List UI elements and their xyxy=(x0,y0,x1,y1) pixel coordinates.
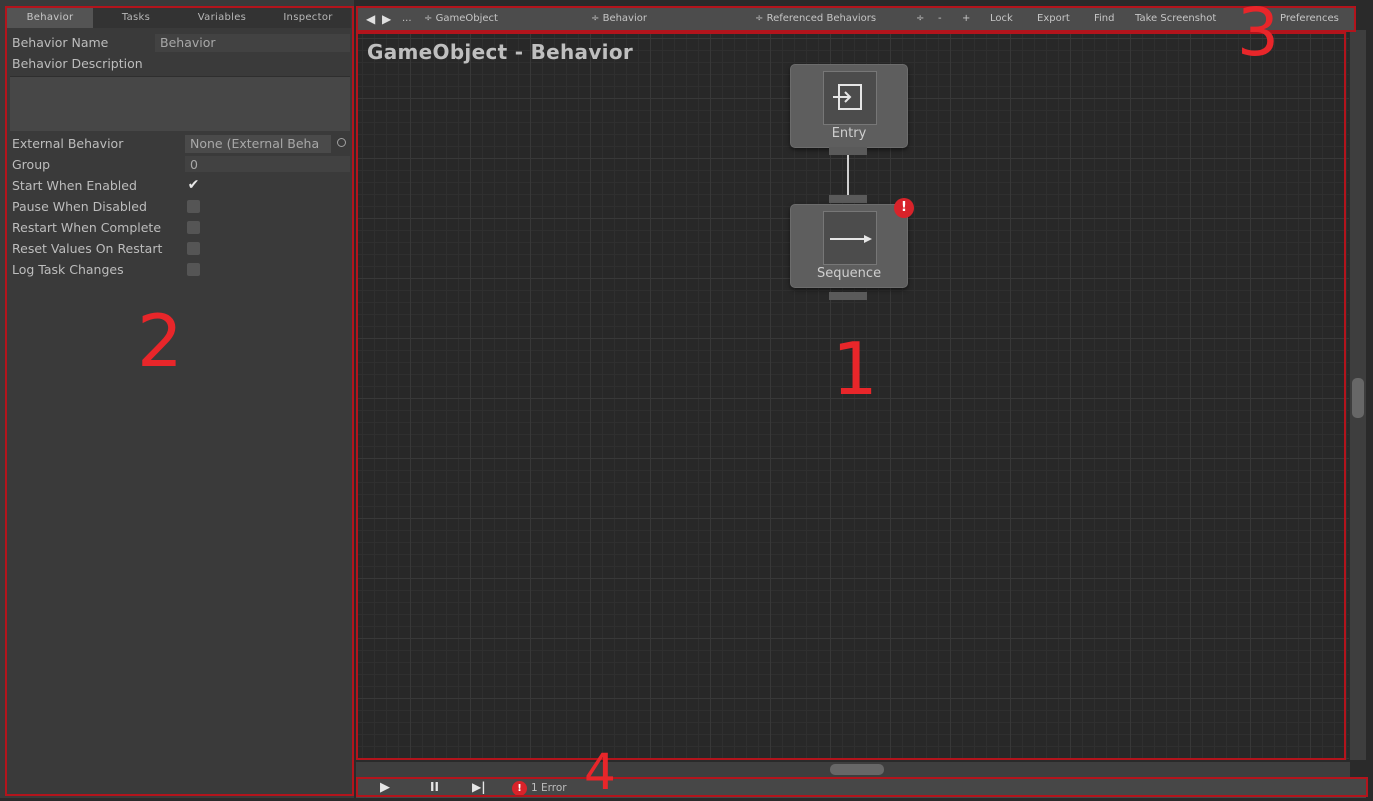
error-badge-icon[interactable]: ! xyxy=(894,198,914,218)
reset-values-on-restart-label: Reset Values On Restart xyxy=(12,241,163,256)
restart-when-complete-checkbox[interactable] xyxy=(187,221,200,234)
group-field[interactable]: 0 xyxy=(185,156,350,172)
gameobject-select-label: GameObject xyxy=(435,13,498,24)
pause-when-disabled-checkbox[interactable] xyxy=(187,200,200,213)
tab-inspector[interactable]: Inspector xyxy=(265,8,351,28)
referenced-behaviors-label: Referenced Behaviors xyxy=(766,13,877,24)
behavior-name-label: Behavior Name xyxy=(12,35,109,50)
tab-behavior[interactable]: Behavior xyxy=(7,8,93,28)
reset-values-on-restart-checkbox[interactable] xyxy=(187,242,200,255)
play-icon[interactable]: ▶ xyxy=(380,780,390,795)
group-label: Group xyxy=(12,157,51,172)
step-icon[interactable]: ▶| xyxy=(472,780,486,794)
horizontal-scrollbar-thumb[interactable] xyxy=(830,764,884,775)
export-button[interactable]: Export xyxy=(1037,8,1070,30)
restart-when-complete-label: Restart When Complete xyxy=(12,220,162,235)
sequence-arrow-icon xyxy=(823,211,877,265)
start-when-enabled-checkbox[interactable]: ✔ xyxy=(187,178,200,192)
pause-icon[interactable]: II xyxy=(430,780,439,794)
select-marker: ÷ xyxy=(424,13,433,24)
tab-tasks[interactable]: Tasks xyxy=(93,8,179,28)
gameobject-select[interactable]: ÷ GameObject xyxy=(424,8,600,30)
sequence-node[interactable]: Sequence xyxy=(790,204,908,288)
pause-when-disabled-label: Pause When Disabled xyxy=(12,199,147,214)
sequence-output-connector[interactable] xyxy=(829,292,867,300)
start-when-enabled-label: Start When Enabled xyxy=(12,178,137,193)
external-behavior-field[interactable]: None (External Beha xyxy=(185,135,331,153)
sequence-input-connector[interactable] xyxy=(829,195,867,203)
behavior-description-field[interactable] xyxy=(10,76,350,131)
behavior-description-label: Behavior Description xyxy=(12,56,143,71)
log-task-changes-checkbox[interactable] xyxy=(187,263,200,276)
error-count-label[interactable]: 1 Error xyxy=(531,782,567,794)
entry-output-connector[interactable] xyxy=(829,147,867,155)
entry-icon xyxy=(823,71,877,125)
sequence-node-label: Sequence xyxy=(816,266,882,281)
annotation-number-4: 4 xyxy=(584,743,616,801)
vertical-scrollbar-thumb[interactable] xyxy=(1352,378,1364,418)
behavior-select-label: Behavior xyxy=(602,13,647,24)
error-count-icon: ! xyxy=(512,781,527,796)
annotation-number-2: 2 xyxy=(137,299,183,383)
select-marker: ÷ xyxy=(591,13,600,24)
find-button[interactable]: Find xyxy=(1094,8,1115,30)
lock-button[interactable]: Lock xyxy=(990,8,1013,30)
preferences-button[interactable]: Preferences xyxy=(1280,8,1339,30)
behavior-select[interactable]: ÷ Behavior xyxy=(591,8,647,30)
debug-bar xyxy=(356,778,1366,798)
add-button[interactable]: + xyxy=(962,8,970,30)
log-task-changes-label: Log Task Changes xyxy=(12,262,124,277)
forward-arrow-icon[interactable]: ▶ xyxy=(382,8,391,30)
connection-line xyxy=(847,155,849,195)
tab-variables[interactable]: Variables xyxy=(179,8,265,28)
annotation-number-1: 1 xyxy=(832,327,878,411)
annotation-number-3: 3 xyxy=(1237,0,1279,71)
back-arrow-icon[interactable]: ◀ xyxy=(366,8,375,30)
take-screenshot-button[interactable]: Take Screenshot xyxy=(1135,8,1216,30)
external-behavior-label: External Behavior xyxy=(12,136,124,151)
remove-button[interactable]: - xyxy=(938,8,942,30)
object-picker-icon[interactable] xyxy=(337,138,346,147)
more-button[interactable]: ... xyxy=(402,8,412,30)
behavior-name-field[interactable]: Behavior xyxy=(155,34,350,52)
entry-node-label: Entry xyxy=(831,126,867,141)
left-panel-tabs: Behavior Tasks Variables Inspector xyxy=(7,8,351,28)
referenced-behaviors-select[interactable]: ÷ Referenced Behaviors xyxy=(755,8,876,30)
entry-node[interactable]: Entry xyxy=(790,64,908,148)
graph-title: GameObject - Behavior xyxy=(367,40,634,64)
select-marker: ÷ xyxy=(755,13,764,24)
referenced-select-marker[interactable]: ÷ xyxy=(916,8,924,30)
